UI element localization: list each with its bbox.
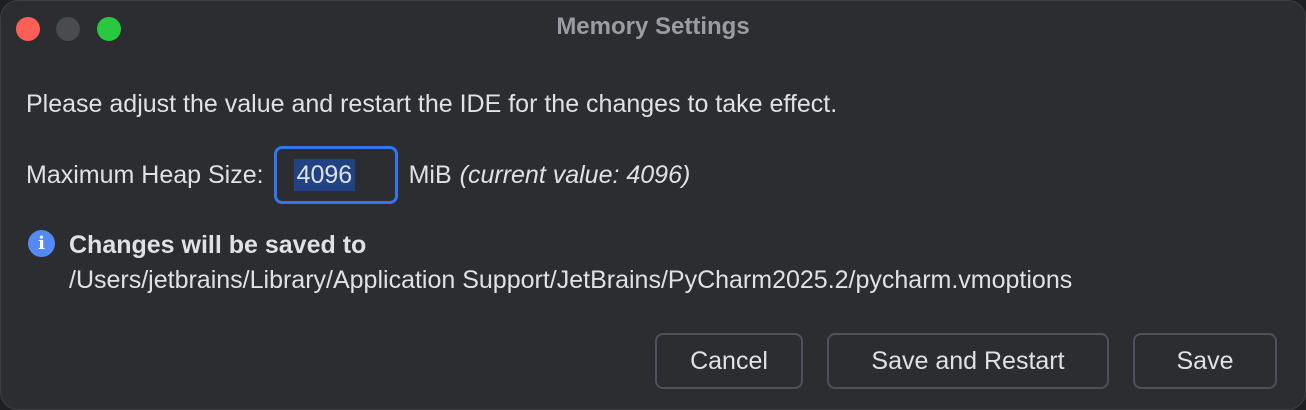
info-icon: i xyxy=(28,230,55,257)
heap-size-label: Maximum Heap Size: xyxy=(26,160,264,189)
dialog-title: Memory Settings xyxy=(556,13,750,40)
title-bar: Memory Settings xyxy=(1,1,1305,55)
save-location-path: /Users/jetbrains/Library/Application Sup… xyxy=(69,266,1073,294)
heap-size-input[interactable]: 4096 xyxy=(273,146,398,204)
instruction-message: Please adjust the value and restart the … xyxy=(26,90,838,118)
save-and-restart-button[interactable]: Save and Restart xyxy=(827,333,1109,389)
heap-size-value: 4096 xyxy=(293,159,356,191)
save-button[interactable]: Save xyxy=(1133,333,1277,389)
save-location-title: Changes will be saved to xyxy=(69,231,367,259)
heap-size-row: Maximum Heap Size: 4096 MiB (current val… xyxy=(26,146,690,204)
memory-settings-dialog: Memory Settings Please adjust the value … xyxy=(0,0,1306,410)
current-value-note: (current value: 4096) xyxy=(459,160,691,189)
cancel-button[interactable]: Cancel xyxy=(655,333,803,389)
heap-size-unit: MiB xyxy=(408,160,452,189)
